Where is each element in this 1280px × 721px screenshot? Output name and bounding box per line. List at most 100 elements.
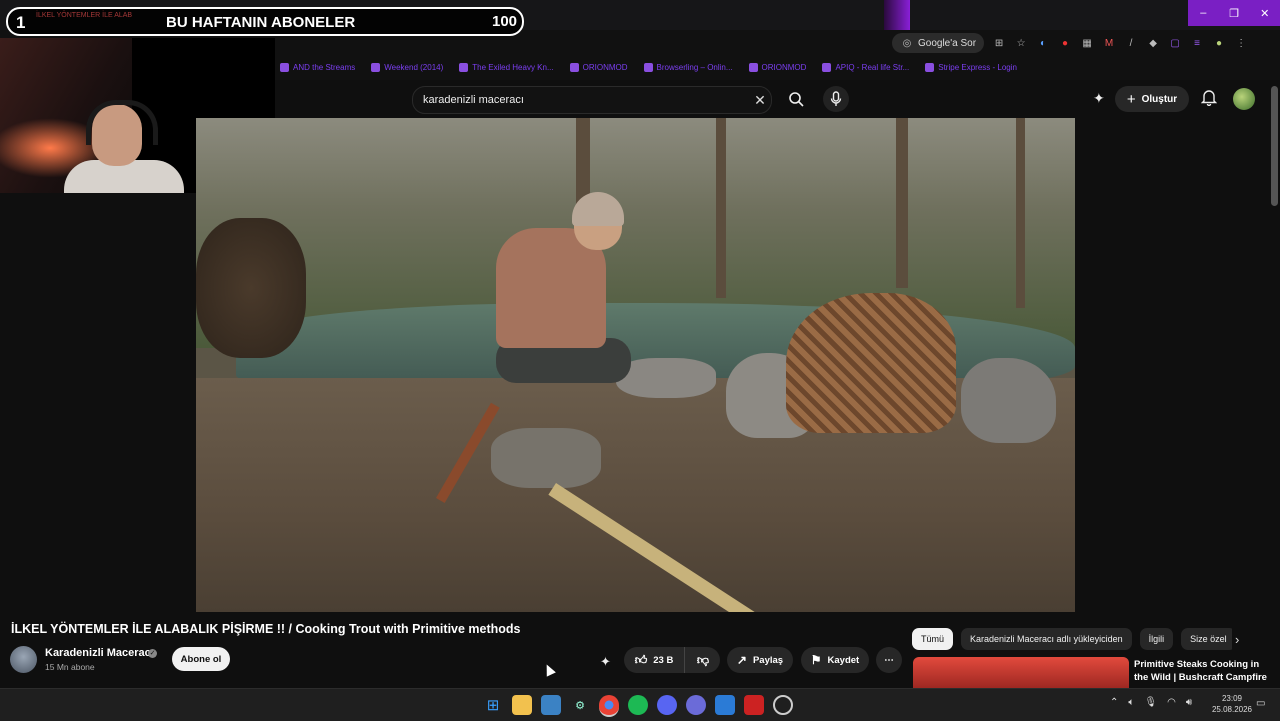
bookmark-item[interactable]: The Exiled Heavy Kn...: [459, 62, 554, 72]
window-controls: – ❐ ✕: [1188, 0, 1280, 26]
share-button[interactable]: ↗ Paylaş: [727, 647, 793, 673]
thumbs-up-icon: 👍︎: [634, 652, 648, 667]
clock-date: 25.08.2026: [1211, 705, 1253, 714]
video-player[interactable]: [196, 118, 1075, 612]
extension-puzzle-icon[interactable]: ▢: [1168, 36, 1182, 50]
tree-trunk: [716, 118, 726, 298]
rock: [961, 358, 1056, 443]
maximize-button[interactable]: ❐: [1219, 0, 1250, 26]
clear-search-icon[interactable]: ✕: [749, 92, 771, 109]
app-icon[interactable]: [686, 695, 706, 715]
bookmark-item[interactable]: Browserling – Onlin...: [643, 62, 733, 72]
google-ask-label: Google'a Sor: [918, 37, 977, 49]
more-icon[interactable]: ⋮: [1234, 36, 1248, 50]
speaker-icon[interactable]: 🔈︎: [1128, 697, 1134, 708]
account-avatar[interactable]: [1233, 88, 1255, 110]
outlook-icon[interactable]: [715, 695, 735, 715]
verified-check-icon: ✓: [148, 649, 157, 658]
microphone-icon[interactable]: 🎙︎: [1144, 697, 1157, 708]
windows-taskbar: ⊞ ⚙ ⌃ 🔈︎ 🎙︎ ◠ 🔊︎: [0, 688, 1280, 721]
create-label: Oluştur: [1141, 93, 1178, 105]
channel-name[interactable]: Karadenizli Maceracı: [45, 647, 154, 659]
chip-from-uploader[interactable]: Karadenizli Maceracı adlı yükleyiciden: [961, 628, 1132, 650]
thumbs-down-icon: 👎︎: [696, 652, 710, 667]
bookmark-favicon-icon: [748, 62, 758, 72]
save-button[interactable]: ⚑ Kaydet: [801, 647, 869, 673]
install-app-icon[interactable]: ⊞: [992, 36, 1006, 50]
photos-icon[interactable]: [541, 695, 561, 715]
channel-avatar[interactable]: [10, 646, 37, 673]
extension-icon[interactable]: ◐: [1036, 36, 1050, 50]
search-button[interactable]: [783, 86, 809, 112]
extension-icon[interactable]: /: [1124, 36, 1138, 50]
windows-start-icon[interactable]: ⊞: [483, 695, 503, 715]
subscribe-button[interactable]: Abone ol: [172, 647, 230, 671]
clock-time: 23:09: [1221, 694, 1243, 703]
voice-search-button[interactable]: [823, 86, 849, 112]
spotify-icon[interactable]: [628, 695, 648, 715]
chip-for-you[interactable]: Size özel: [1181, 628, 1232, 650]
bookmarks-bar: AND the Streams Weekend (2014) The Exile…: [280, 58, 1280, 76]
close-window-button[interactable]: ✕: [1249, 0, 1280, 26]
obs-icon[interactable]: [773, 695, 793, 715]
extension-icon[interactable]: M: [1102, 36, 1116, 50]
bookmark-item[interactable]: Weekend (2014): [371, 62, 443, 72]
bookmark-star-icon[interactable]: ☆: [1014, 36, 1028, 50]
volume-icon[interactable]: 🔊︎: [1186, 697, 1192, 708]
save-label: Kaydet: [827, 654, 860, 666]
shield-icon[interactable]: ◆: [1146, 36, 1160, 50]
rock: [491, 428, 601, 488]
dislike-button[interactable]: 👎︎: [684, 647, 721, 673]
bookmark-item[interactable]: ORIONMOD: [569, 62, 628, 72]
bookmark-item[interactable]: Stripe Express - Login: [925, 62, 1017, 72]
related-filter-chips: Tümü Karadenizli Maceracı adlı yükleyici…: [912, 628, 1232, 650]
minimize-button[interactable]: –: [1188, 0, 1219, 26]
share-arrow-icon: ↗: [736, 653, 747, 667]
bookmark-item[interactable]: AND the Streams: [280, 62, 355, 72]
google-lens-icon: ◎: [902, 37, 912, 49]
wifi-icon[interactable]: ◠: [1167, 697, 1176, 708]
overlay-title: BU HAFTANIN ABONELER: [166, 14, 356, 31]
like-button[interactable]: 👍︎ 23 B: [624, 647, 684, 673]
share-label: Paylaş: [752, 654, 784, 666]
chevron-up-icon[interactable]: ⌃: [1110, 697, 1118, 708]
microphone-icon: [830, 91, 842, 106]
notifications-bell-icon[interactable]: [1200, 88, 1218, 111]
extension-red-icon[interactable]: ●: [1058, 36, 1072, 50]
steam-icon[interactable]: ⚙: [570, 695, 590, 715]
file-explorer-icon[interactable]: [512, 695, 532, 715]
taskbar-apps: ⊞ ⚙: [483, 695, 793, 717]
plus-icon: +: [1126, 90, 1136, 108]
ai-sparkle-icon[interactable]: ✦: [1093, 90, 1105, 107]
rock: [616, 358, 716, 398]
bookmark-item[interactable]: ORIONMOD: [748, 62, 806, 72]
subscriber-count: 15 Mn abone: [45, 662, 95, 672]
chrome-icon[interactable]: [599, 695, 619, 717]
chevron-right-icon[interactable]: ›: [1235, 632, 1239, 647]
taskbar-clock[interactable]: 23:09 25.08.2026: [1210, 693, 1254, 715]
search-icon: [789, 92, 804, 107]
profile-avatar-icon[interactable]: ●: [1212, 36, 1226, 50]
chip-all[interactable]: Tümü: [912, 628, 954, 650]
more-actions-button[interactable]: ⋯: [876, 647, 902, 673]
tab-accent: [884, 0, 910, 30]
chip-related[interactable]: İlgili: [1139, 628, 1174, 650]
firewood-pile: [786, 293, 956, 433]
search-box[interactable]: karadenizli maceracı ✕: [412, 86, 772, 114]
page-scrollbar[interactable]: [1271, 86, 1278, 206]
app-icon[interactable]: [744, 695, 764, 715]
ask-ai-icon[interactable]: ✦: [600, 654, 611, 670]
menu-icon[interactable]: ≡: [1190, 36, 1204, 50]
search-input[interactable]: karadenizli maceracı: [423, 94, 749, 106]
discord-icon[interactable]: [657, 695, 677, 715]
recommended-title[interactable]: Primitive Steaks Cooking in the Wild | B…: [1134, 658, 1274, 686]
more-horizontal-icon: ⋯: [884, 654, 894, 666]
tree-trunk: [1016, 118, 1025, 308]
bookmark-favicon-icon: [371, 62, 381, 72]
google-ask-button[interactable]: ◎ Google'a Sor: [892, 33, 985, 53]
extension-icon[interactable]: ▦: [1080, 36, 1094, 50]
notification-icon[interactable]: ▭: [1256, 698, 1265, 709]
overlay-tab-ghost: İLKEL YÖNTEMLER İLE ALAB: [36, 12, 133, 19]
create-button[interactable]: + Oluştur: [1115, 86, 1189, 112]
bookmark-item[interactable]: APIQ - Real life Str...: [822, 62, 909, 72]
